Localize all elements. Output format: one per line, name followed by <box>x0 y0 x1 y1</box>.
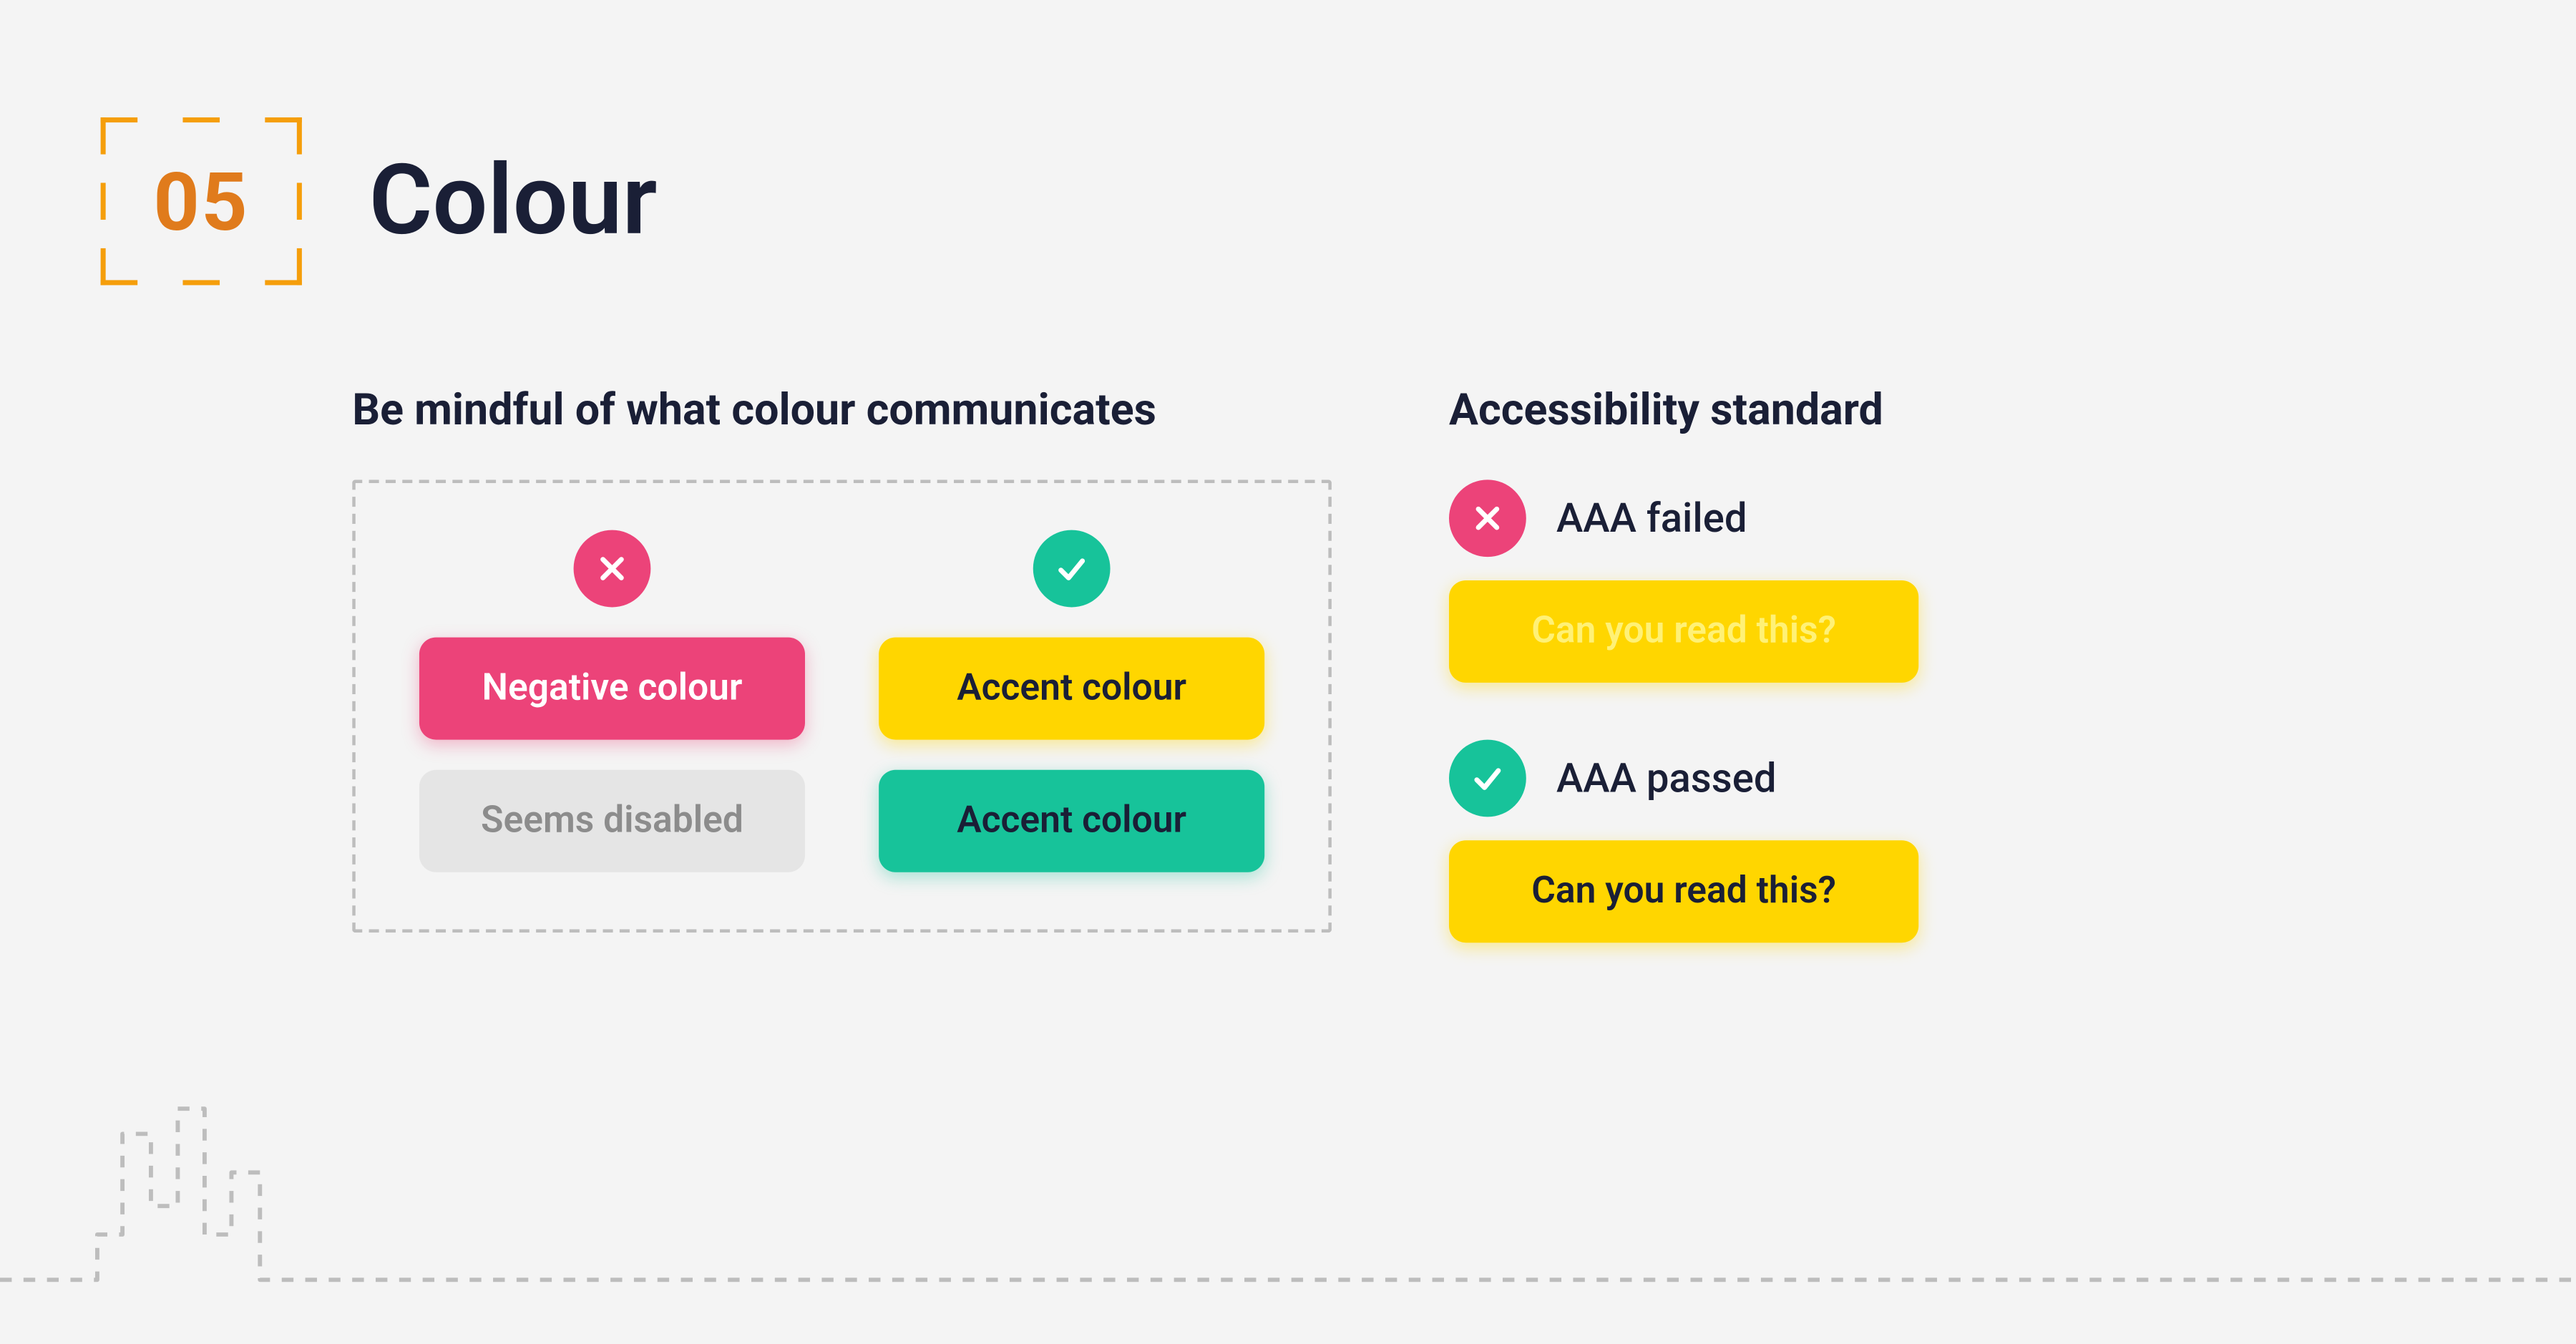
accent-colour-button-yellow[interactable]: Accent colour <box>879 638 1264 740</box>
example-box: Negative colour Seems disabled Accent co… <box>352 479 1332 932</box>
content: Be mindful of what colour communicates N… <box>352 386 2475 1000</box>
high-contrast-button[interactable]: Can you read this? <box>1449 840 1918 943</box>
aaa-passed-group: AAA passed Can you read this? <box>1449 740 1918 943</box>
colour-communication-section: Be mindful of what colour communicates N… <box>352 386 1332 1000</box>
frame-tick <box>182 280 220 285</box>
cross-icon <box>1449 479 1526 557</box>
check-icon <box>1449 740 1526 817</box>
frame-corner <box>101 248 138 286</box>
aaa-passed-label: AAA passed <box>1556 755 1777 802</box>
negative-colour-button[interactable]: Negative colour <box>419 638 805 740</box>
accessibility-section: Accessibility standard AAA failed Can yo… <box>1449 386 1918 1000</box>
good-examples-column: Accent colour Accent colour <box>879 530 1264 872</box>
slide-header: 05 Colour <box>101 117 658 285</box>
decorative-waveform <box>0 1075 2576 1343</box>
section-heading-left: Be mindful of what colour communicates <box>352 386 1332 436</box>
frame-corner <box>101 117 138 155</box>
frame-tick <box>297 182 302 220</box>
aaa-passed-row: AAA passed <box>1449 740 1918 817</box>
frame-corner <box>265 248 302 286</box>
frame-tick <box>182 117 220 122</box>
low-contrast-button[interactable]: Can you read this? <box>1449 580 1918 683</box>
frame-tick <box>101 182 106 220</box>
aaa-failed-label: AAA failed <box>1556 495 1747 542</box>
aaa-failed-row: AAA failed <box>1449 479 1918 557</box>
check-icon <box>1033 530 1111 608</box>
aaa-failed-group: AAA failed Can you read this? <box>1449 479 1918 683</box>
slide: 05 Colour Be mindful of what colour comm… <box>0 0 2576 1343</box>
cross-icon <box>574 530 651 608</box>
bad-examples-column: Negative colour Seems disabled <box>419 530 805 872</box>
frame-corner <box>265 117 302 155</box>
page-title: Colour <box>369 145 658 258</box>
accent-colour-button-teal[interactable]: Accent colour <box>879 770 1264 872</box>
disabled-colour-button[interactable]: Seems disabled <box>419 770 805 872</box>
section-heading-right: Accessibility standard <box>1449 386 1918 436</box>
section-number: 05 <box>153 153 249 249</box>
section-number-frame: 05 <box>101 117 302 285</box>
